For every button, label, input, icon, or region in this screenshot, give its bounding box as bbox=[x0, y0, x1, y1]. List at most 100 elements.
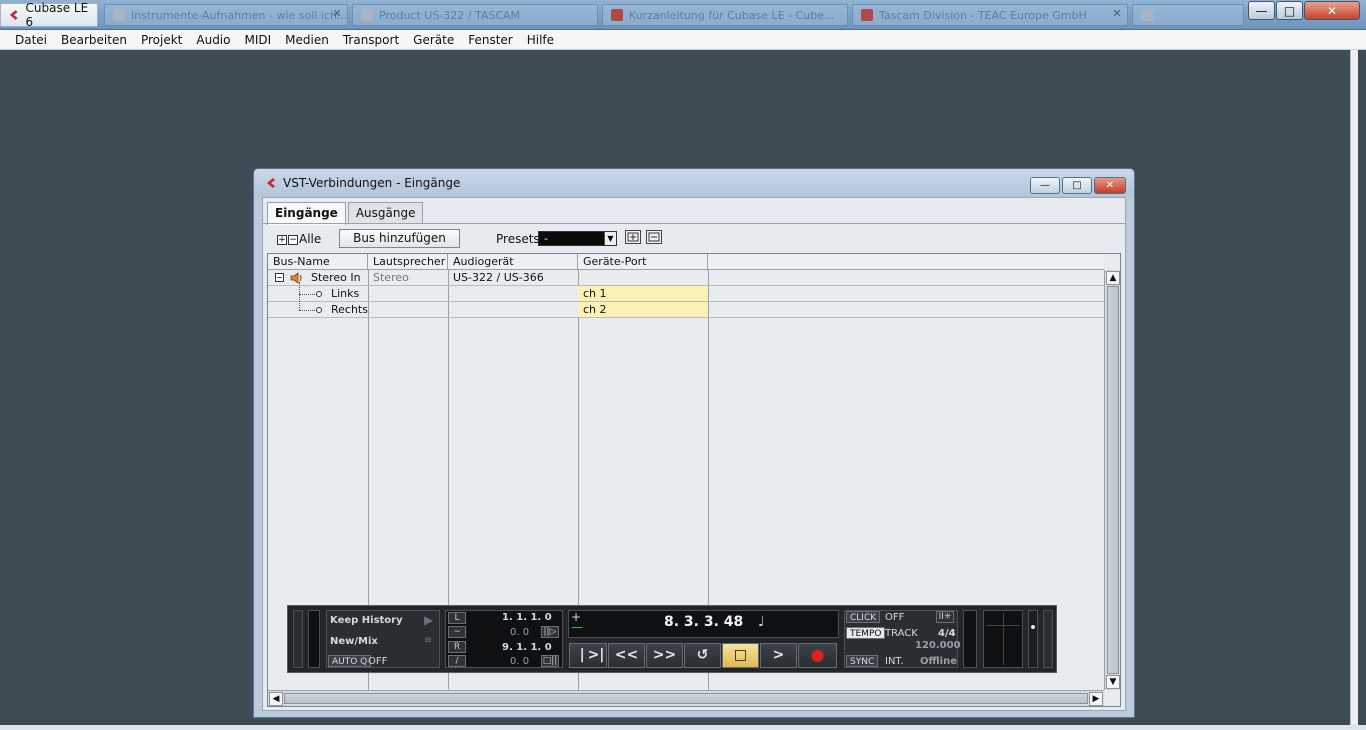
rewind-button[interactable]: << bbox=[608, 643, 645, 668]
expand-all-button[interactable]: + bbox=[277, 235, 287, 245]
scroll-thumb[interactable] bbox=[1107, 286, 1119, 674]
taskbar-item-3[interactable]: Kurzanleitung für Cubase LE - Cube... bbox=[602, 4, 848, 26]
tempo-label[interactable]: TEMPO bbox=[846, 627, 886, 639]
menu-transport[interactable]: Transport bbox=[336, 30, 406, 50]
auto-q-label[interactable]: AUTO Q bbox=[328, 655, 372, 667]
go-to-end-button[interactable]: >| bbox=[586, 643, 607, 668]
presets-dropdown[interactable]: - ▼ bbox=[538, 231, 617, 246]
scroll-right-icon[interactable]: ▶ bbox=[1089, 692, 1103, 706]
tab-ausgaenge[interactable]: Ausgänge bbox=[347, 202, 424, 224]
horizontal-scrollbar[interactable]: ◀ ▶ bbox=[268, 690, 1104, 706]
add-bus-button[interactable]: Bus hinzufügen bbox=[339, 229, 460, 248]
left-locator-value[interactable]: 1. 1. 1. 0 bbox=[502, 612, 552, 623]
level-slider[interactable] bbox=[1028, 610, 1038, 668]
port-cell[interactable] bbox=[578, 270, 583, 285]
keep-history-label[interactable]: Keep History bbox=[330, 615, 403, 626]
marker-pad[interactable] bbox=[983, 610, 1023, 668]
menu-projekt[interactable]: Projekt bbox=[134, 30, 189, 50]
vertical-scrollbar[interactable]: ▲ ▼ bbox=[1104, 270, 1120, 690]
scroll-left-icon[interactable]: ◀ bbox=[269, 692, 283, 706]
new-mix-label[interactable]: New/Mix bbox=[330, 636, 378, 647]
minus-icon[interactable]: — bbox=[571, 620, 583, 634]
device-cell[interactable] bbox=[448, 302, 453, 317]
bus-name[interactable]: Rechts bbox=[326, 302, 368, 317]
pre-roll-icon[interactable]: ||▷ bbox=[541, 626, 559, 638]
bus-name[interactable]: Links bbox=[326, 286, 359, 301]
collapse-row-button[interactable]: − bbox=[275, 273, 284, 282]
app-title-tab[interactable]: Cubase LE 6 bbox=[0, 1, 98, 29]
column-header[interactable]: Lautsprecher bbox=[368, 254, 448, 270]
close-icon[interactable]: ✕ bbox=[331, 8, 343, 20]
tempo-mode[interactable]: TRACK bbox=[885, 628, 918, 639]
note-icon[interactable]: ♩ bbox=[758, 614, 765, 630]
scroll-thumb[interactable] bbox=[284, 693, 1088, 704]
auto-q-value[interactable]: OFF bbox=[368, 656, 387, 667]
sync-mode[interactable]: INT. bbox=[885, 656, 904, 667]
dialog-toolbar: + − Alle Bus hinzufügen Presets - ▼ bbox=[263, 228, 1125, 254]
click-label[interactable]: CLICK bbox=[846, 611, 881, 623]
column-header[interactable]: Audiogerät bbox=[448, 254, 578, 270]
post-roll-icon[interactable]: □|| bbox=[541, 655, 559, 667]
taskbar-item-1[interactable]: Instrumente-Aufnahmen - wie soll ich... … bbox=[104, 4, 348, 26]
column-header[interactable]: Bus-Name bbox=[268, 254, 368, 270]
click-value[interactable]: OFF bbox=[885, 612, 904, 623]
delete-preset-icon[interactable] bbox=[646, 230, 662, 244]
minimize-button[interactable]: — bbox=[1248, 1, 1275, 20]
taskbar-item-5[interactable] bbox=[1132, 4, 1244, 26]
device-cell[interactable]: US-322 / US-366 bbox=[448, 270, 544, 285]
collapse-all-button[interactable]: − bbox=[288, 235, 298, 245]
table-row[interactable]: − Stereo In Stereo US-322 / US-366 bbox=[268, 270, 1104, 286]
tab-eingaenge[interactable]: Eingänge bbox=[267, 202, 346, 225]
menu-hilfe[interactable]: Hilfe bbox=[520, 30, 561, 50]
maximize-button[interactable]: □ bbox=[1276, 1, 1303, 20]
cycle-button[interactable]: ↺ bbox=[684, 643, 721, 668]
menu-bar: Datei Bearbeiten Projekt Audio MIDI Medi… bbox=[0, 30, 1366, 50]
tempo-value[interactable]: 120.000 bbox=[915, 640, 961, 651]
port-cell[interactable]: ch 2 bbox=[578, 302, 708, 317]
transport-handle[interactable] bbox=[293, 610, 303, 668]
menu-medien[interactable]: Medien bbox=[278, 30, 336, 50]
menu-geraete[interactable]: Geräte bbox=[406, 30, 461, 50]
bus-name[interactable]: Stereo In bbox=[306, 270, 361, 285]
menu-midi[interactable]: MIDI bbox=[237, 30, 278, 50]
taskbar-item-4[interactable]: Tascam Division - TEAC Europe GmbH ✕ bbox=[852, 4, 1128, 26]
speaker-cell[interactable]: Stereo bbox=[368, 270, 409, 285]
save-preset-icon[interactable] bbox=[625, 230, 641, 244]
table-row[interactable]: Rechts ch 2 bbox=[268, 294, 1104, 318]
menu-fenster[interactable]: Fenster bbox=[461, 30, 520, 50]
taskbar-item-2[interactable]: Product US-322 / TASCAM bbox=[352, 4, 598, 26]
right-locator-value[interactable]: 9. 1. 1. 0 bbox=[502, 642, 552, 653]
dialog-close-button[interactable]: ✕ bbox=[1094, 177, 1126, 194]
sync-label[interactable]: SYNC bbox=[846, 655, 879, 667]
close-button[interactable]: ✕ bbox=[1304, 1, 1360, 20]
dialog-maximize-button[interactable]: □ bbox=[1062, 177, 1092, 194]
punch-in-icon[interactable]: ~ bbox=[448, 626, 466, 638]
menu-datei[interactable]: Datei bbox=[8, 30, 54, 50]
speaker-cell[interactable] bbox=[368, 286, 373, 301]
cubase-logo-icon bbox=[9, 10, 18, 20]
port-cell[interactable]: ch 1 bbox=[578, 286, 708, 301]
punch-out-icon[interactable]: / bbox=[448, 655, 466, 667]
right-locator-icon[interactable]: R bbox=[448, 641, 466, 653]
close-icon[interactable]: ✕ bbox=[1111, 8, 1123, 20]
stop-button[interactable]: □ bbox=[722, 643, 759, 668]
scroll-down-icon[interactable]: ▼ bbox=[1106, 675, 1120, 689]
fast-forward-button[interactable]: >> bbox=[646, 643, 683, 668]
left-locator-icon[interactable]: L bbox=[448, 612, 466, 624]
time-signature[interactable]: 4/4 bbox=[938, 628, 956, 639]
record-button[interactable]: ● bbox=[798, 643, 837, 668]
document-icon bbox=[611, 9, 623, 21]
transport-handle[interactable] bbox=[1043, 610, 1053, 668]
dialog-minimize-button[interactable]: — bbox=[1030, 177, 1060, 194]
table-row[interactable]: Links ch 1 bbox=[268, 282, 1104, 302]
device-cell[interactable] bbox=[448, 286, 453, 301]
menu-bearbeiten[interactable]: Bearbeiten bbox=[54, 30, 134, 50]
play-button[interactable]: > bbox=[760, 643, 797, 668]
column-header[interactable]: Geräte-Port bbox=[578, 254, 708, 270]
menu-audio[interactable]: Audio bbox=[189, 30, 237, 50]
cubase-logo-icon bbox=[267, 178, 275, 188]
click-settings-icon[interactable]: II✳ bbox=[936, 611, 954, 623]
scroll-up-icon[interactable]: ▲ bbox=[1106, 271, 1120, 285]
speaker-cell[interactable] bbox=[368, 302, 373, 317]
position-value[interactable]: 8. 3. 3. 48 bbox=[664, 614, 743, 630]
